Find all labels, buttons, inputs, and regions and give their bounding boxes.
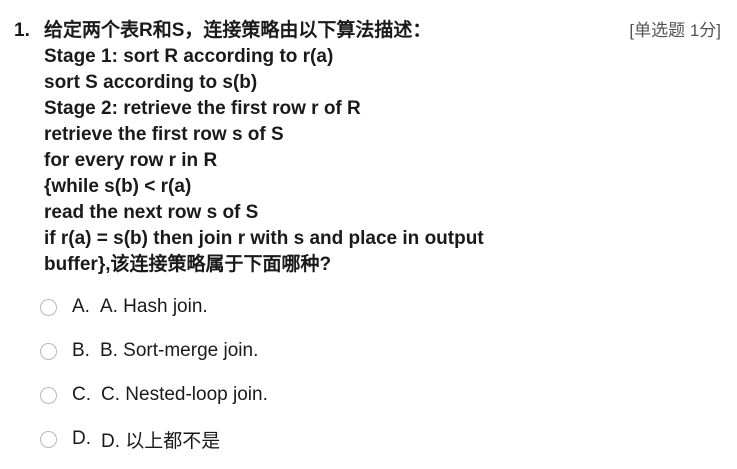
question-stem: 给定两个表R和S，连接策略由以下算法描述： Stage 1: sort R ac… xyxy=(44,18,604,278)
question-header: 1. [单选题 1分] 给定两个表R和S，连接策略由以下算法描述： Stage … xyxy=(14,18,729,278)
stem-line: retrieve the first row s of S xyxy=(44,124,284,145)
stem-line: Stage 1: sort R according to r(a) xyxy=(44,46,334,67)
radio-button-a[interactable] xyxy=(40,298,57,316)
option-c[interactable]: C. C. Nested-loop join. xyxy=(40,373,640,417)
radio-button-c[interactable] xyxy=(40,386,57,404)
stem-line: read the next row s of S xyxy=(44,202,259,223)
option-letter: D. xyxy=(72,428,91,449)
stem-line: {while s(b) < r(a) xyxy=(44,176,192,197)
option-letter: A. xyxy=(72,296,90,317)
stem-line: sort S according to s(b) xyxy=(44,72,258,93)
question-number: 1. xyxy=(14,20,30,41)
stem-line: if r(a) = s(b) then join r with s and pl… xyxy=(44,228,484,249)
option-b[interactable]: B. B. Sort-merge join. xyxy=(40,329,640,373)
stem-line: for every row r in R xyxy=(44,150,218,171)
option-d[interactable]: D. D. 以上都不是 xyxy=(40,417,640,461)
option-letter: B. xyxy=(72,340,90,361)
option-letter: C. xyxy=(72,384,91,405)
answer-options: A. A. Hash join. B. B. Sort-merge join. … xyxy=(40,285,640,461)
stem-line: 给定两个表R和S，连接策略由以下算法描述： xyxy=(44,20,432,41)
question-card: 1. [单选题 1分] 给定两个表R和S，连接策略由以下算法描述： Stage … xyxy=(14,18,729,278)
option-text: C. Nested-loop join. xyxy=(101,384,268,405)
option-a[interactable]: A. A. Hash join. xyxy=(40,285,640,329)
option-text: D. 以上都不是 xyxy=(101,430,221,452)
radio-button-d[interactable] xyxy=(40,430,57,448)
stem-line: Stage 2: retrieve the first row r of R xyxy=(44,98,361,119)
question-type-label: [单选题 1分] xyxy=(629,21,721,40)
option-text: A. Hash join. xyxy=(99,296,208,317)
option-text: B. Sort-merge join. xyxy=(99,340,259,361)
stem-line: buffer},该连接策略属于下面哪种? xyxy=(44,254,332,275)
radio-button-b[interactable] xyxy=(40,342,57,360)
